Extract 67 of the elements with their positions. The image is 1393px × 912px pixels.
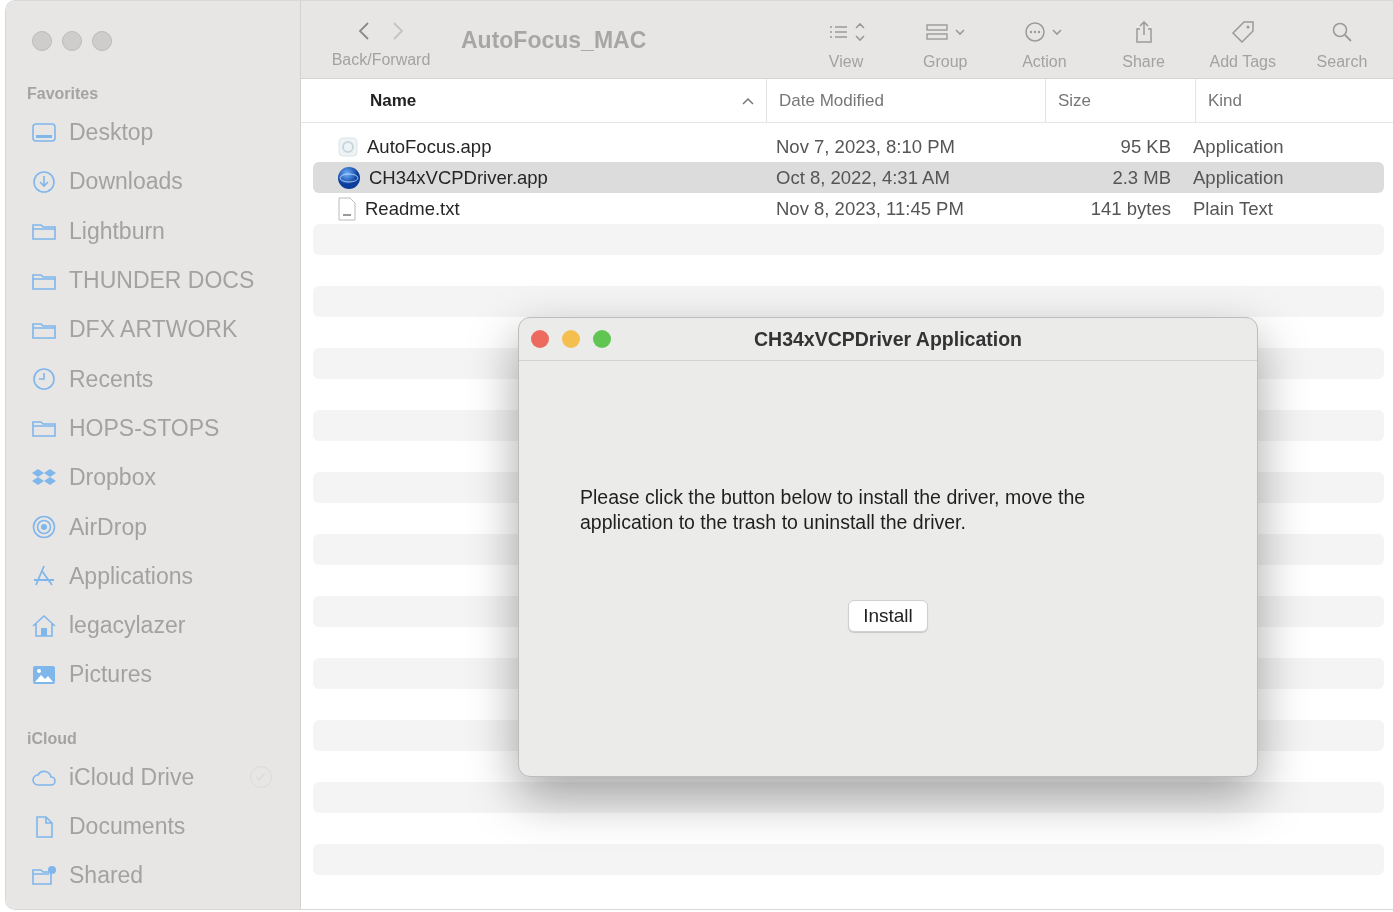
sidebar-item[interactable]: THUNDER DOCS: [6, 255, 300, 306]
file-name: Readme.txt: [365, 197, 460, 220]
sidebar-item[interactable]: DFX ARTWORK: [6, 305, 300, 355]
column-header[interactable]: Date Modified: [766, 79, 1045, 122]
airdrop-icon: [31, 514, 57, 540]
text-file-icon: [337, 196, 357, 221]
globe-icon: [337, 165, 361, 190]
toolbar-label[interactable]: Search: [1316, 53, 1368, 71]
toolbar-label[interactable]: Share: [1122, 53, 1165, 71]
table-cell: 2.3 MB: [1112, 166, 1171, 188]
table-cell: 95 KB: [1120, 135, 1171, 157]
sidebar-item[interactable]: Shared: [6, 851, 300, 901]
sidebar-item[interactable]: Downloads: [6, 157, 300, 207]
column-header[interactable]: Name: [301, 79, 766, 122]
clock-icon: [31, 366, 57, 393]
window-control[interactable]: [562, 330, 580, 348]
table-cell: Nov 8, 2023, 11:45 PM: [776, 197, 964, 219]
table-cell: Oct 8, 2022, 4:31 AM: [776, 166, 950, 188]
table-cell: 141 bytes: [1090, 197, 1171, 219]
table-cell: Plain Text: [1193, 197, 1273, 219]
file-row[interactable]: Readme.txt Nov 8, 2023, 11:45 PM 141 bytes Plain Text: [313, 193, 1384, 224]
file-name: CH34xVCPDriver.app: [369, 166, 548, 189]
column-header[interactable]: Kind: [1195, 79, 1393, 122]
toolbar-label[interactable]: Add Tags: [1209, 53, 1276, 71]
sidebar-item[interactable]: legacylazer: [6, 600, 300, 651]
back-icon[interactable]: [358, 21, 370, 41]
table-cell: Application: [1193, 135, 1284, 157]
toolbar-label[interactable]: Group: [922, 53, 968, 71]
app-icon: [337, 135, 359, 158]
table-cell: Nov 7, 2023, 8:10 PM: [776, 135, 955, 157]
window-control[interactable]: [32, 31, 52, 51]
tag-icon: [1230, 21, 1255, 43]
sidebar-heading: Favorites: [26, 85, 100, 103]
sidebar-item[interactable]: Documents: [6, 801, 300, 852]
sort-caret-icon: [742, 96, 754, 105]
toolbar-label[interactable]: Action: [1022, 53, 1067, 71]
forward-icon[interactable]: [392, 21, 404, 41]
dialog-title: CH34xVCPDriver Application: [754, 327, 1022, 350]
toolbar-label[interactable]: View: [828, 53, 864, 71]
file-row[interactable]: CH34xVCPDriver.app Oct 8, 2022, 4:31 AM 2.3 MB Application: [313, 162, 1384, 193]
window-control[interactable]: [62, 31, 82, 51]
window-title: AutoFocus_MAC: [461, 27, 647, 53]
more-icon: [1024, 21, 1065, 43]
install-button[interactable]: Install: [848, 600, 928, 632]
sidebar-item[interactable]: HOPS-STOPS: [6, 403, 300, 454]
sidebar-item[interactable]: Desktop: [6, 108, 300, 158]
window-control[interactable]: [531, 330, 549, 348]
sidebar-item[interactable]: Recents: [6, 354, 300, 404]
home-icon: [31, 612, 57, 639]
file-row[interactable]: AutoFocus.app Nov 7, 2023, 8:10 PM 95 KB Application: [313, 131, 1384, 162]
sidebar-heading: iCloud: [26, 729, 78, 748]
sidebar-item[interactable]: Lightburn: [6, 206, 300, 256]
file-name: AutoFocus.app: [367, 135, 492, 158]
toolbar-label: Back/Forward: [331, 51, 431, 69]
table-cell: Application: [1193, 166, 1284, 188]
sidebar-item[interactable]: Dropbox: [6, 453, 300, 503]
download-icon: [31, 168, 57, 195]
sidebar-item[interactable]: Pictures: [6, 650, 300, 700]
window-control[interactable]: [92, 31, 112, 51]
search-icon: [1330, 21, 1353, 43]
sidebar-item[interactable]: Applications: [6, 551, 300, 601]
sidebar-item[interactable]: AirDrop: [6, 502, 300, 552]
dialog-message: Please click the button below to install the driver, move the application to the trash to uninstall the driver.: [580, 485, 1087, 535]
window-control[interactable]: [593, 330, 611, 348]
column-header[interactable]: Size: [1045, 79, 1195, 122]
sidebar-item[interactable]: iCloud Drive: [6, 752, 300, 802]
grid-icon: [925, 21, 966, 43]
